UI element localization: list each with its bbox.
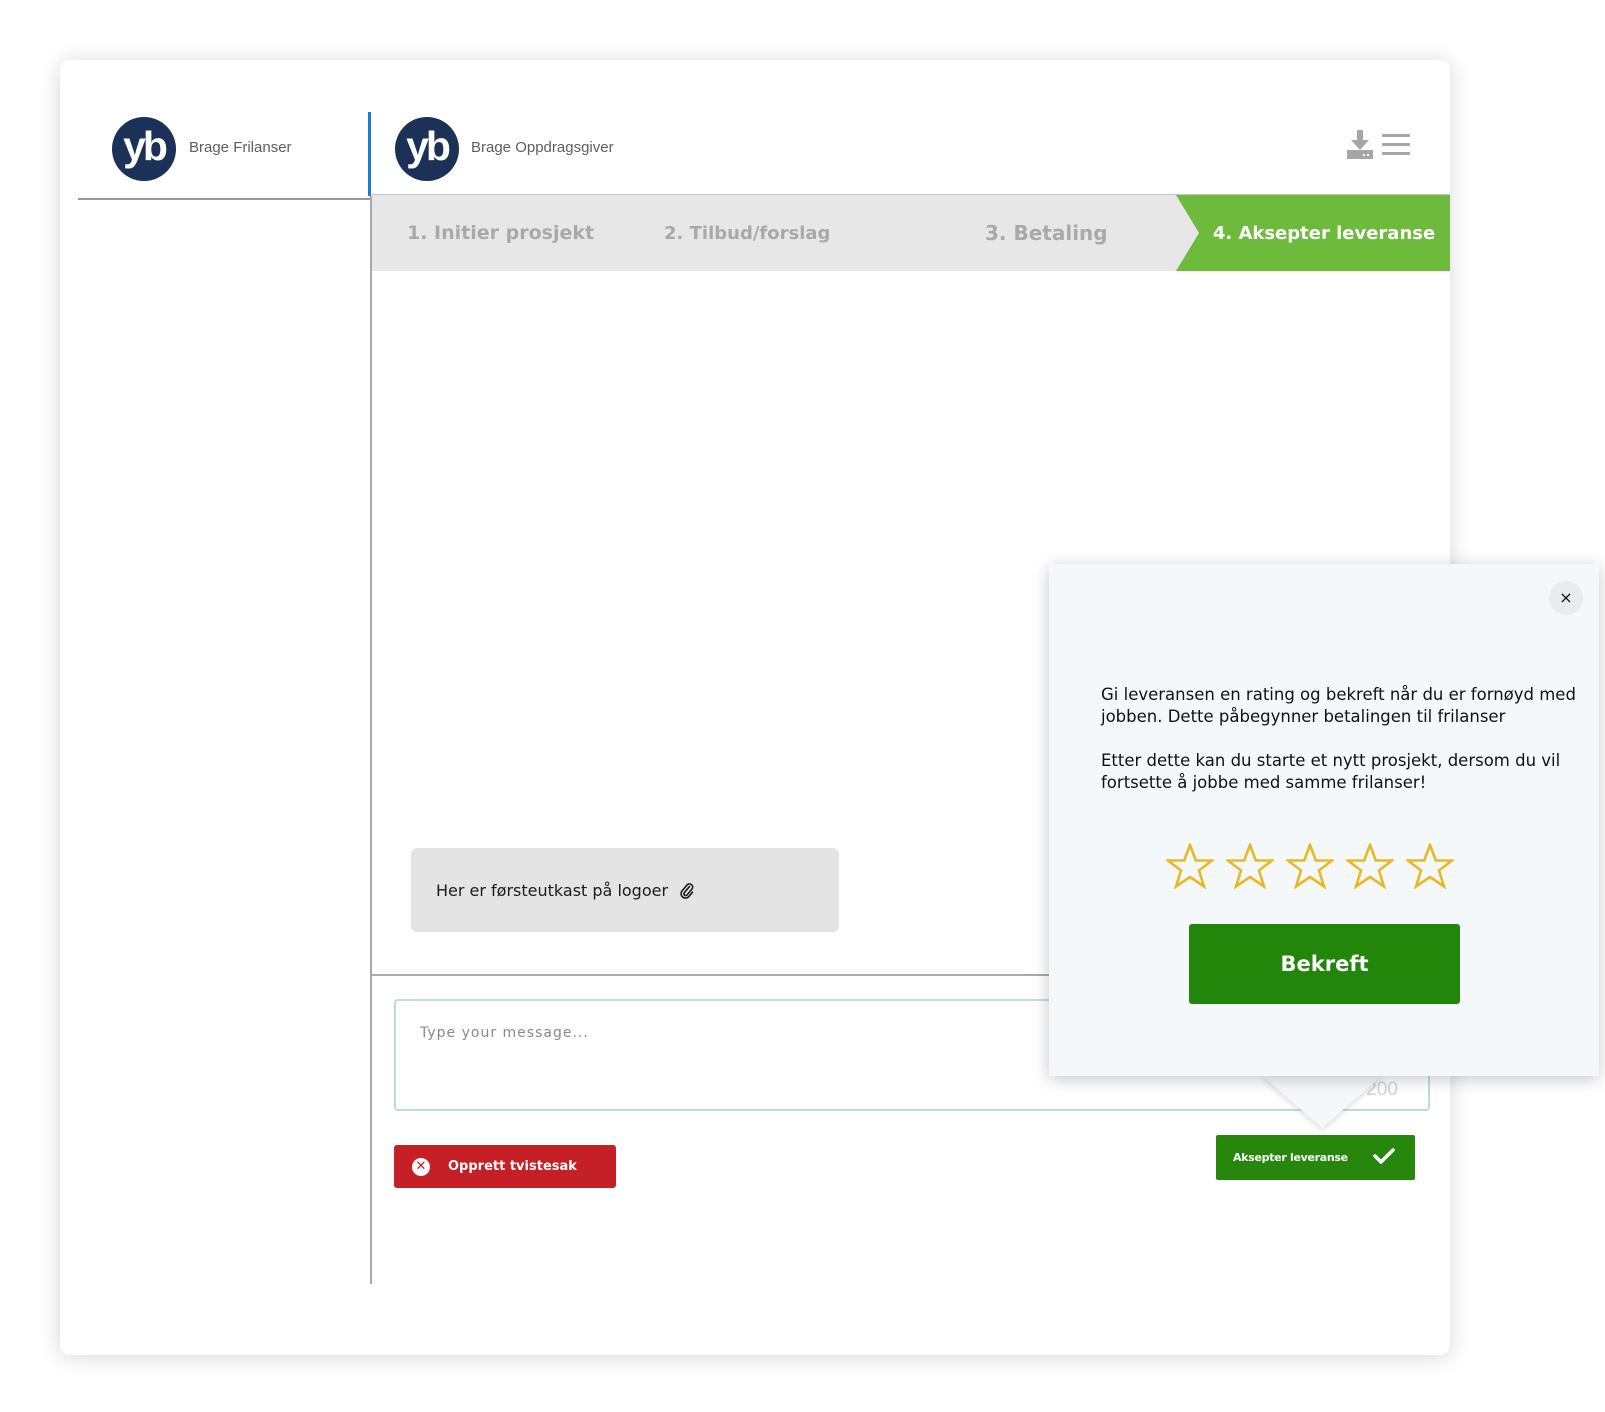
step-betaling[interactable]: 3. Betaling — [985, 195, 1108, 271]
avatar-initials: yb — [406, 122, 451, 169]
checkmark-icon — [1373, 1147, 1395, 1168]
chat-partner-avatar: yb — [395, 117, 459, 181]
active-conversation-indicator — [368, 112, 371, 196]
popup-description: Gi leveransen en rating og bekreft når d… — [1101, 684, 1581, 794]
chat-partner-name: Brage Oppdragsgiver — [471, 139, 614, 156]
contact-name[interactable]: Brage Frilanser — [189, 139, 292, 156]
message-text: Her er førsteutkast på logoer — [436, 880, 669, 900]
star-outline-icon[interactable] — [1226, 843, 1274, 889]
avatar-initials: yb — [123, 122, 168, 169]
download-icon[interactable] — [1346, 130, 1374, 164]
popup-pointer — [1260, 1074, 1384, 1128]
dispute-label: Opprett tvistesak — [448, 1159, 577, 1174]
avatar: yb — [112, 117, 176, 181]
star-outline-icon[interactable] — [1406, 843, 1454, 889]
step-aksepter-leveranse[interactable]: 4. Aksepter leveranse — [1176, 195, 1450, 271]
confirm-button[interactable]: Bekreft — [1189, 924, 1460, 1004]
step-initier-prosjekt[interactable]: 1. Initier prosjekt — [407, 195, 594, 271]
pane-divider — [370, 196, 372, 1284]
x-circle-icon: ✕ — [412, 1157, 430, 1176]
step-tilbud-forslag[interactable]: 2. Tilbud/forslag — [664, 195, 830, 271]
star-outline-icon[interactable] — [1166, 843, 1214, 889]
popup-paragraph-next: Etter dette kan du starte et nytt prosje… — [1101, 751, 1561, 792]
accept-delivery-button[interactable]: Aksepter leveranse — [1216, 1135, 1415, 1180]
contact-divider — [78, 198, 371, 200]
popup-paragraph-rating: Gi leveransen en rating og bekreft når d… — [1101, 685, 1576, 726]
star-outline-icon[interactable] — [1286, 843, 1334, 889]
star-outline-icon[interactable] — [1346, 843, 1394, 889]
close-icon[interactable]: × — [1549, 581, 1583, 615]
progress-steps: 1. Initier prosjekt 2. Tilbud/forslag 3.… — [372, 195, 1450, 271]
hamburger-menu-icon[interactable] — [1382, 134, 1410, 161]
star-rating — [1166, 843, 1454, 889]
step-label: 4. Aksepter leveranse — [1212, 222, 1436, 244]
paperclip-icon[interactable] — [680, 881, 694, 899]
message-bubble: Her er førsteutkast på logoer — [411, 848, 839, 932]
accept-label: Aksepter leveranse — [1233, 1151, 1348, 1164]
rating-popup: × Gi leveransen en rating og bekreft når… — [1049, 564, 1599, 1076]
create-dispute-button[interactable]: ✕ Opprett tvistesak — [394, 1145, 616, 1188]
